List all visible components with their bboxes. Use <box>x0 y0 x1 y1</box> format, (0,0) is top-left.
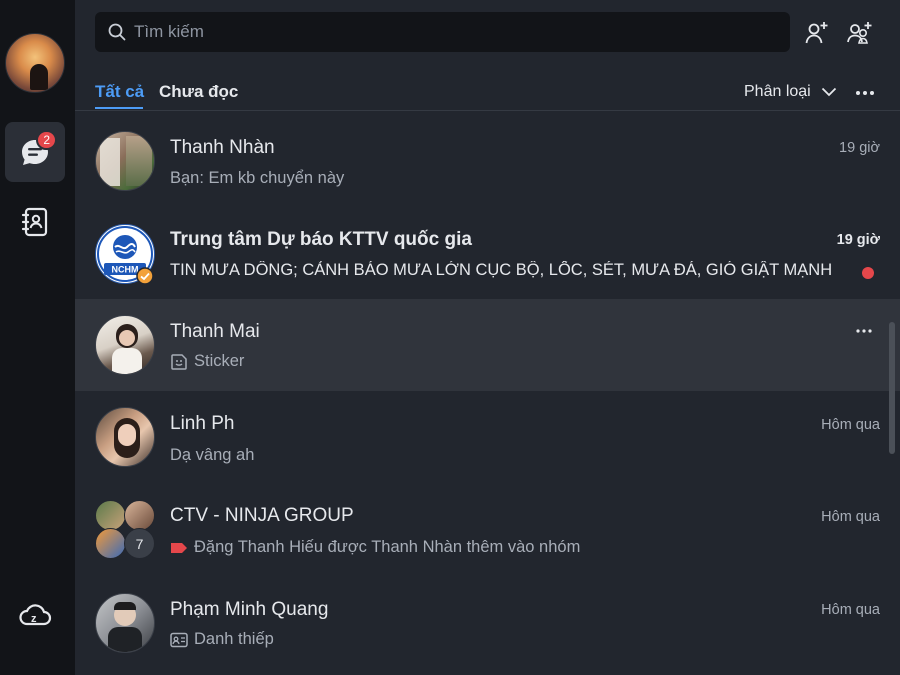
scrollbar[interactable] <box>889 322 895 454</box>
svg-text:z: z <box>31 613 37 625</box>
conversation-item[interactable]: Linh Ph Hôm qua Dạ vâng ah <box>75 391 900 483</box>
preview-text: Danh thiếp <box>194 630 274 648</box>
conversation-item[interactable]: Phạm Minh Quang Hôm qua Danh thiếp <box>75 575 900 667</box>
tag-icon <box>171 542 187 553</box>
contacts-icon <box>21 207 48 237</box>
avatar <box>95 131 155 191</box>
conversation-name: CTV - NINJA GROUP <box>170 505 354 526</box>
unread-badge: 2 <box>36 130 57 150</box>
avatar <box>95 315 155 375</box>
avatar <box>95 407 155 467</box>
conversation-time: 19 giờ <box>836 232 880 248</box>
conversation-item[interactable]: 7 CTV - NINJA GROUP Hôm qua Đặng Thanh H… <box>75 483 900 575</box>
conversation-item[interactable]: Thanh Mai Sticker <box>75 299 900 391</box>
conversation-preview: Bạn: Em kb chuyển này <box>170 169 790 188</box>
member-avatar <box>95 500 126 531</box>
conversation-name: Linh Ph <box>170 413 235 434</box>
conversation-time: 19 giờ <box>839 140 880 156</box>
group-avatar: 7 <box>95 500 155 560</box>
more-options-button[interactable] <box>852 83 878 103</box>
conversation-preview: Dạ vâng ah <box>170 446 790 465</box>
conversation-item[interactable]: NCHM Trung tâm Dự báo KTTV quốc gia 19 g… <box>75 203 900 295</box>
conversation-item[interactable]: Thanh Nhàn 19 giờ Bạn: Em kb chuyển này <box>75 111 900 203</box>
preview-text: Sticker <box>194 352 245 370</box>
create-group-button[interactable] <box>843 16 877 50</box>
avatar <box>95 593 155 653</box>
cloud-icon: z <box>19 604 52 626</box>
add-friend-button[interactable] <box>800 16 834 50</box>
messages-nav[interactable]: 2 <box>5 122 65 182</box>
search-icon <box>108 23 126 41</box>
more-icon <box>856 91 874 95</box>
conversation-name: Phạm Minh Quang <box>170 599 329 620</box>
conversation-time: Hôm qua <box>821 417 880 433</box>
conversation-preview: Đặng Thanh Hiếu được Thanh Nhàn thêm vào… <box>170 538 790 557</box>
conversation-preview: Danh thiếp <box>170 630 790 649</box>
avatar-text: NCHM <box>112 265 139 275</box>
conversation-name: Thanh Nhàn <box>170 137 275 158</box>
conversation-time: Hôm qua <box>821 602 880 618</box>
tab-all[interactable]: Tất cả <box>95 82 144 102</box>
member-avatar <box>95 528 126 559</box>
preview-text: Bạn: Em kb chuyển này <box>170 169 345 187</box>
more-icon[interactable] <box>854 326 874 336</box>
member-count: 7 <box>124 528 155 559</box>
business-card-icon <box>170 632 188 647</box>
member-avatar <box>124 500 155 531</box>
active-tab-indicator <box>95 107 143 109</box>
add-friend-icon <box>805 22 828 44</box>
conversation-time: Hôm qua <box>821 509 880 525</box>
preview-text: Đặng Thanh Hiếu được Thanh Nhàn thêm vào… <box>194 538 581 556</box>
preview-text: Dạ vâng ah <box>170 446 255 464</box>
contacts-nav[interactable] <box>5 192 65 252</box>
conversation-name: Thanh Mai <box>170 321 260 342</box>
left-rail: 2 z <box>0 0 75 675</box>
unread-indicator <box>862 267 874 279</box>
search-box[interactable] <box>95 12 790 52</box>
filter-dropdown[interactable]: Phân loại <box>744 83 837 101</box>
my-avatar[interactable] <box>5 33 65 93</box>
create-group-icon <box>847 22 872 44</box>
cloud-nav[interactable]: z <box>5 585 65 645</box>
verified-icon <box>136 267 154 285</box>
conversation-name: Trung tâm Dự báo KTTV quốc gia <box>170 229 472 250</box>
chevron-down-icon <box>821 87 836 97</box>
filter-label: Phân loại <box>744 83 811 100</box>
tab-unread[interactable]: Chưa đọc <box>159 82 238 102</box>
conversation-preview: Sticker <box>170 352 790 371</box>
sticker-icon <box>171 353 187 370</box>
conversation-list: Thanh Nhàn 19 giờ Bạn: Em kb chuyển này … <box>75 111 900 675</box>
search-input[interactable] <box>134 12 774 52</box>
conversation-preview: TIN MƯA DÔNG; CẢNH BÁO MƯA LỚN CỤC BỘ, L… <box>170 261 833 279</box>
